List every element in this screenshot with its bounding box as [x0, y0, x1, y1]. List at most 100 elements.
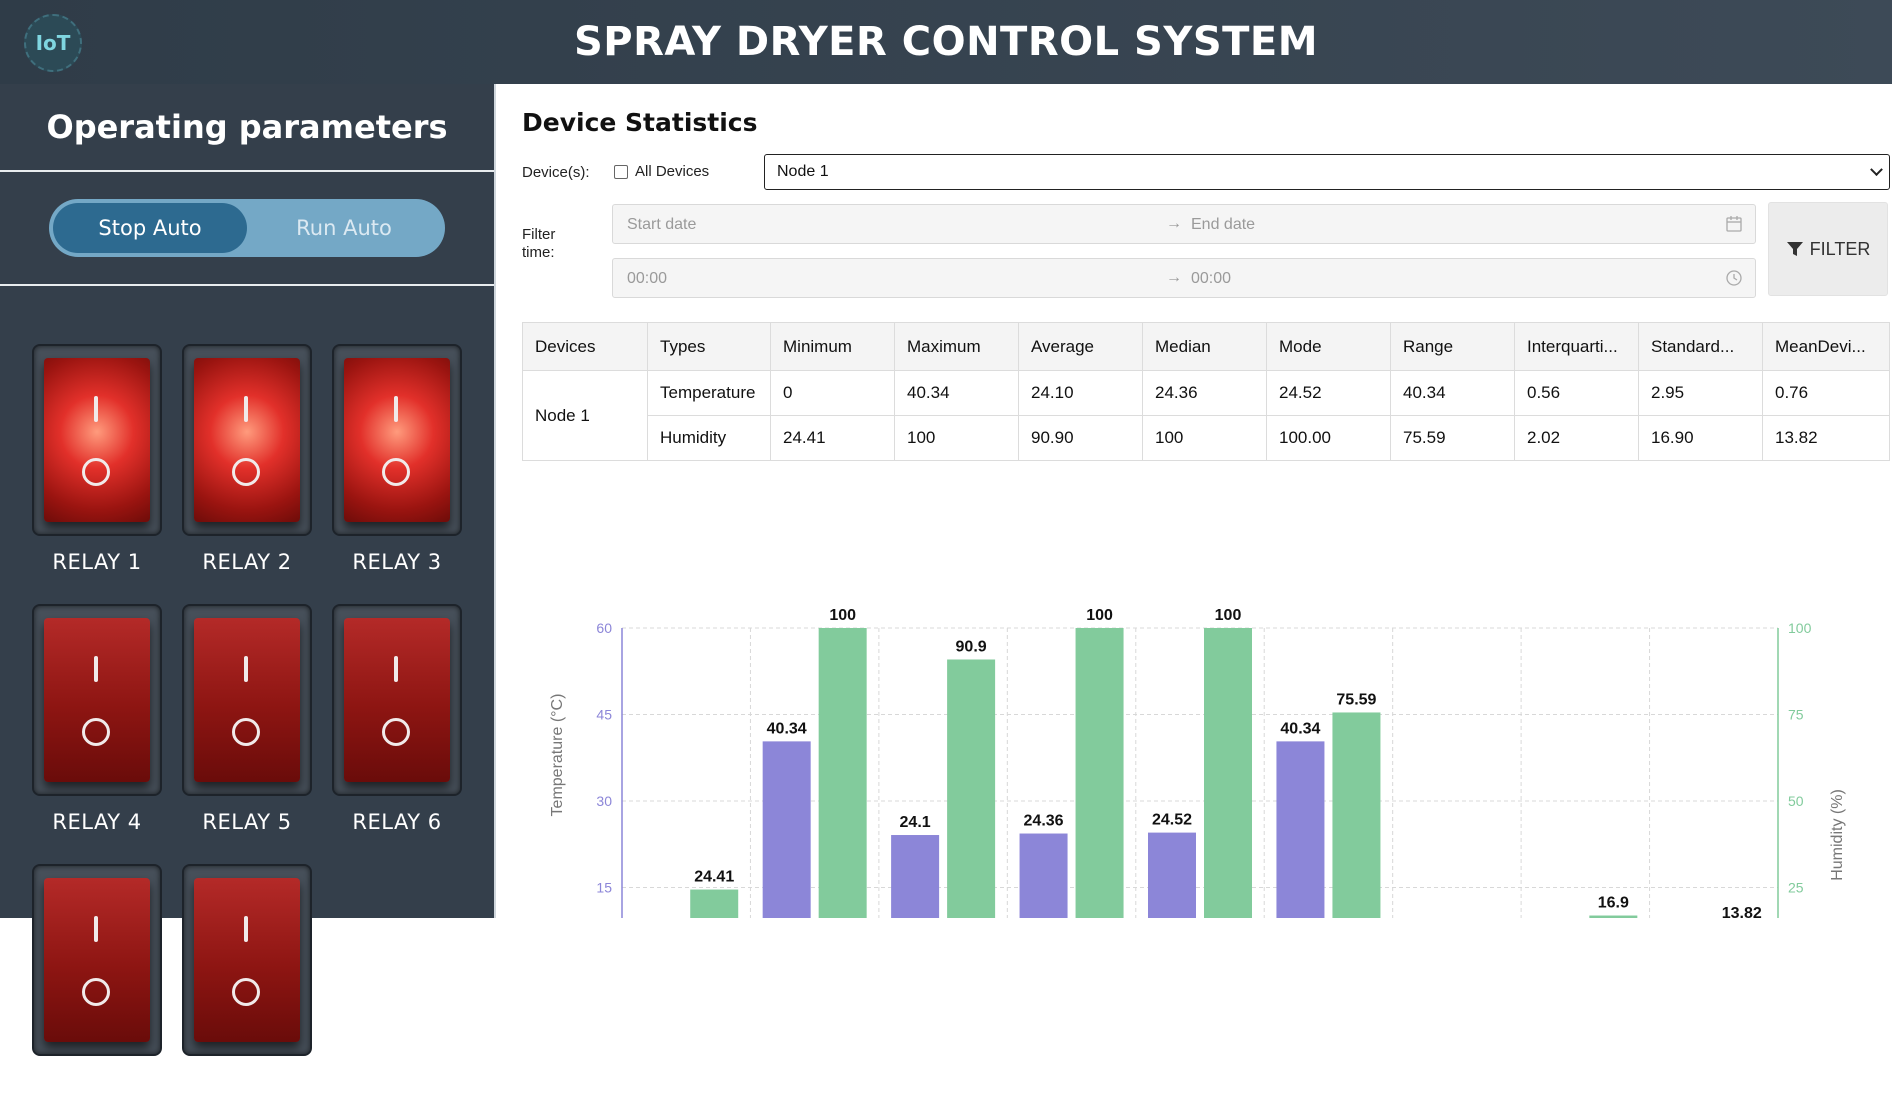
run-auto-button[interactable]: Run Auto: [247, 203, 441, 253]
rocker-switch-icon[interactable]: [182, 344, 312, 536]
table-cell: 0.56: [1514, 370, 1639, 416]
column-header[interactable]: Interquarti...: [1514, 322, 1639, 371]
column-header[interactable]: Types: [647, 322, 771, 371]
relay-switch-5[interactable]: RELAY 5: [182, 604, 312, 834]
filter-icon: [1786, 242, 1803, 256]
rocker-switch-icon[interactable]: [182, 604, 312, 796]
rocker-paddle[interactable]: [344, 618, 450, 782]
table-cell: 90.90: [1018, 415, 1143, 461]
table-cell: 75.59: [1390, 415, 1515, 461]
bar: [1276, 741, 1325, 918]
rocker-paddle[interactable]: [44, 358, 150, 522]
relay-switch-1[interactable]: RELAY 1: [32, 344, 162, 574]
relay-switch-2[interactable]: RELAY 2: [182, 344, 312, 574]
start-date-input[interactable]: Start date: [627, 216, 696, 234]
relay-switch-4[interactable]: RELAY 4: [32, 604, 162, 834]
data-label: 13.82: [1722, 905, 1762, 918]
column-header[interactable]: Mode: [1266, 322, 1391, 371]
column-header[interactable]: Standard...: [1638, 322, 1763, 371]
rocker-switch-icon[interactable]: [332, 604, 462, 796]
relay-switch-7[interactable]: RELAY 7: [32, 864, 162, 1094]
time-range-picker[interactable]: 00:00 → 00:00: [612, 258, 1756, 298]
relay-label: RELAY 5: [202, 810, 292, 834]
power-off-icon: [82, 978, 110, 1006]
rocker-switch-icon[interactable]: [32, 864, 162, 1056]
rocker-paddle[interactable]: [44, 618, 150, 782]
power-off-icon: [232, 458, 260, 486]
data-label: 40.34: [1280, 720, 1320, 737]
stop-auto-button[interactable]: Stop Auto: [53, 203, 247, 253]
rocker-paddle[interactable]: [44, 878, 150, 1042]
power-off-icon: [382, 458, 410, 486]
rocker-switch-icon[interactable]: [182, 864, 312, 1056]
relay-label: RELAY 8: [202, 1070, 292, 1094]
bar: [947, 659, 996, 918]
data-label: 24.1: [900, 814, 931, 831]
rocker-paddle[interactable]: [344, 358, 450, 522]
column-header[interactable]: Minimum: [770, 322, 895, 371]
section-title: Device Statistics: [522, 108, 758, 137]
bar: [1019, 833, 1068, 918]
y-tick-label-left: 15: [596, 880, 612, 896]
relay-switch-8[interactable]: RELAY 8: [182, 864, 312, 1094]
relay-switch-3[interactable]: RELAY 3: [332, 344, 462, 574]
clock-icon: [1726, 270, 1742, 286]
filter-button-label: FILTER: [1809, 238, 1871, 259]
top-bar: IoT SPRAY DRYER CONTROL SYSTEM: [0, 0, 1892, 84]
end-time-input[interactable]: 00:00: [1191, 270, 1231, 288]
data-label: 16.9: [1598, 895, 1629, 912]
table-cell: 2.02: [1514, 415, 1639, 461]
relay-switch-6[interactable]: RELAY 6: [332, 604, 462, 834]
table-cell: 24.36: [1142, 370, 1267, 416]
rocker-switch-icon[interactable]: [332, 344, 462, 536]
bar: [762, 741, 811, 918]
bar: [818, 628, 867, 918]
filter-button[interactable]: FILTER: [1768, 202, 1888, 296]
column-header[interactable]: Average: [1018, 322, 1143, 371]
data-label: 90.9: [956, 638, 987, 655]
auto-mode-toggle[interactable]: Stop Auto Run Auto: [49, 199, 445, 257]
device-select[interactable]: Node 1: [764, 154, 1890, 190]
relay-label: RELAY 7: [52, 1070, 142, 1094]
rocker-paddle[interactable]: [194, 358, 300, 522]
table-header-row: Devices Types Minimum Maximum Average Me…: [522, 322, 1890, 371]
table-cell: 100.00: [1266, 415, 1391, 461]
rocker-paddle[interactable]: [194, 878, 300, 1042]
rocker-switch-icon[interactable]: [32, 604, 162, 796]
data-label: 100: [1215, 607, 1242, 624]
app-title: SPRAY DRYER CONTROL SYSTEM: [573, 19, 1319, 65]
sidebar-header: Operating parameters: [0, 84, 494, 172]
power-off-icon: [232, 718, 260, 746]
table-cell: 40.34: [894, 370, 1019, 416]
power-on-icon: [244, 396, 248, 422]
all-devices-checkbox[interactable]: All Devices: [614, 163, 709, 180]
column-header[interactable]: Median: [1142, 322, 1267, 371]
column-header[interactable]: Maximum: [894, 322, 1019, 371]
column-header[interactable]: Devices: [522, 322, 648, 371]
power-on-icon: [244, 916, 248, 942]
start-time-input[interactable]: 00:00: [627, 270, 667, 288]
data-label: 100: [1086, 607, 1113, 624]
bar: [1332, 712, 1381, 918]
all-devices-label: All Devices: [635, 163, 710, 180]
rocker-paddle[interactable]: [194, 618, 300, 782]
rocker-switch-icon[interactable]: [32, 344, 162, 536]
data-label: 100: [829, 607, 856, 624]
y-tick-label-right: 25: [1788, 880, 1804, 896]
chevron-down-icon: [1870, 163, 1883, 177]
data-label: 24.52: [1152, 812, 1192, 829]
checkbox-icon[interactable]: [614, 164, 628, 179]
end-date-input[interactable]: End date: [1191, 216, 1255, 234]
bar: [1148, 832, 1196, 918]
column-header[interactable]: Range: [1390, 322, 1515, 371]
table-cell: Temperature: [647, 370, 771, 416]
logo-text: IoT: [35, 31, 71, 55]
power-off-icon: [382, 718, 410, 746]
data-label: 75.59: [1336, 691, 1376, 708]
table-cell: 40.34: [1390, 370, 1515, 416]
table-cell: 2.95: [1638, 370, 1763, 416]
column-header[interactable]: MeanDevi...: [1762, 322, 1890, 371]
table-cell: 16.90: [1638, 415, 1763, 461]
date-range-picker[interactable]: Start date → End date: [612, 204, 1756, 244]
table-cell: 13.82: [1762, 415, 1890, 461]
